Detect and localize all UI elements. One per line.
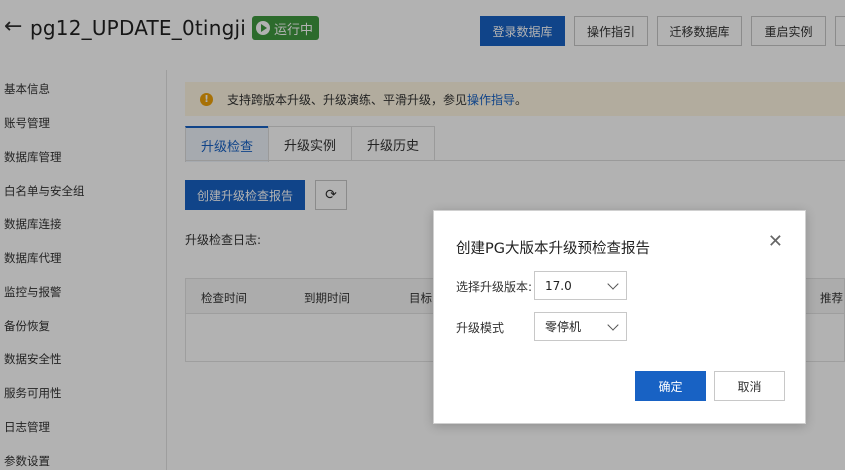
close-icon[interactable]: ✕ [768, 231, 783, 252]
confirm-button[interactable]: 确定 [635, 371, 706, 401]
version-select[interactable]: 17.0 [534, 271, 627, 300]
mode-label: 升级模式 [456, 321, 505, 335]
create-report-dialog: 创建PG大版本升级预检查报告 ✕ 选择升级版本: 17.0 升级模式 零停机 确… [433, 210, 806, 424]
version-label: 选择升级版本: [456, 280, 533, 294]
dialog-title: 创建PG大版本升级预检查报告 [456, 241, 650, 257]
version-value: 17.0 [545, 278, 572, 293]
chevron-down-icon [607, 319, 619, 331]
chevron-down-icon [607, 278, 619, 290]
mode-select[interactable]: 零停机 [534, 312, 627, 341]
mode-value: 零停机 [545, 320, 582, 334]
cancel-button[interactable]: 取消 [714, 371, 785, 401]
